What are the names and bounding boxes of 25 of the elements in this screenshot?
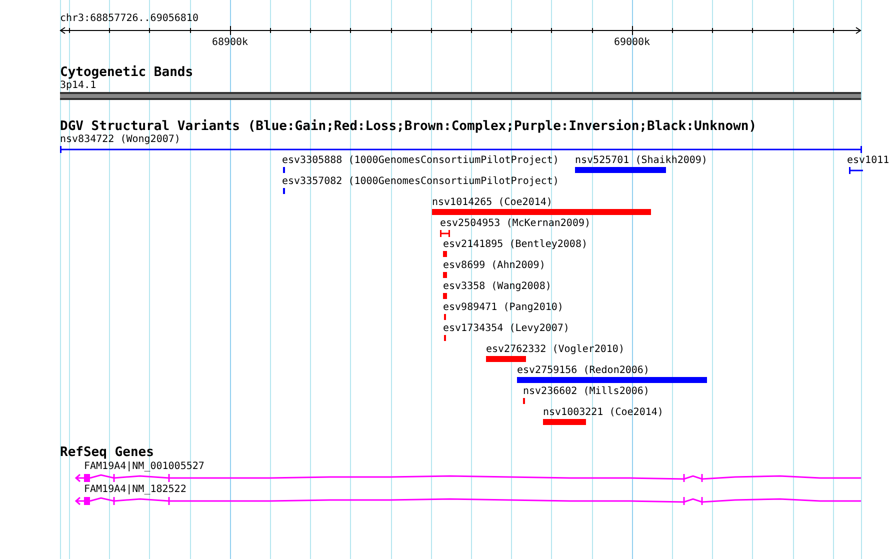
variant-label: nsv834722 (Wong2007) <box>60 134 180 146</box>
gene-label: FAM19A4|NM_182522 <box>84 484 186 496</box>
variant-label: nsv1014265 (Coe2014) <box>432 197 552 209</box>
variant-label: esv3305888 (1000GenomesConsortiumPilotProject) <box>282 155 559 167</box>
gene-label: FAM19A4|NM_001005527 <box>84 461 204 473</box>
variant-label: esv2504953 (McKernan2009) <box>440 218 591 230</box>
tick-label: 69000k <box>614 37 650 48</box>
band-label: 3p14.1 <box>60 80 96 92</box>
variant-label: nsv525701 (Shaikh2009) <box>575 155 708 167</box>
tick-label: 68900k <box>212 37 248 48</box>
variant-label: esv1011 <box>847 155 890 167</box>
variant-label: esv2759156 (Redon2006) <box>517 365 650 377</box>
variant-label: esv1734354 (Levy2007) <box>443 323 570 335</box>
region-label: chr3:68857726..69056810 <box>60 12 198 25</box>
variant-label: esv989471 (Pang2010) <box>443 302 564 314</box>
variant-label: esv3357082 (1000GenomesConsortiumPilotProject) <box>282 176 559 188</box>
variant-label: esv3358 (Wang2008) <box>443 281 552 293</box>
variant-label: esv8699 (Ahn2009) <box>443 260 546 272</box>
track-title: RefSeq Genes <box>60 446 154 460</box>
variant-label: esv2141895 (Bentley2008) <box>443 239 588 251</box>
track-title: DGV Structural Variants (Blue:Gain;Red:Loss;Brown:Complex;Purple:Inversion;Black:Unknown) <box>60 120 757 134</box>
variant-label: nsv1003221 (Coe2014) <box>543 407 664 419</box>
variant-label: esv2762332 (Vogler2010) <box>486 344 624 356</box>
track-title: Cytogenetic Bands <box>60 66 194 80</box>
variant-label: nsv236602 (Mills2006) <box>523 386 650 398</box>
